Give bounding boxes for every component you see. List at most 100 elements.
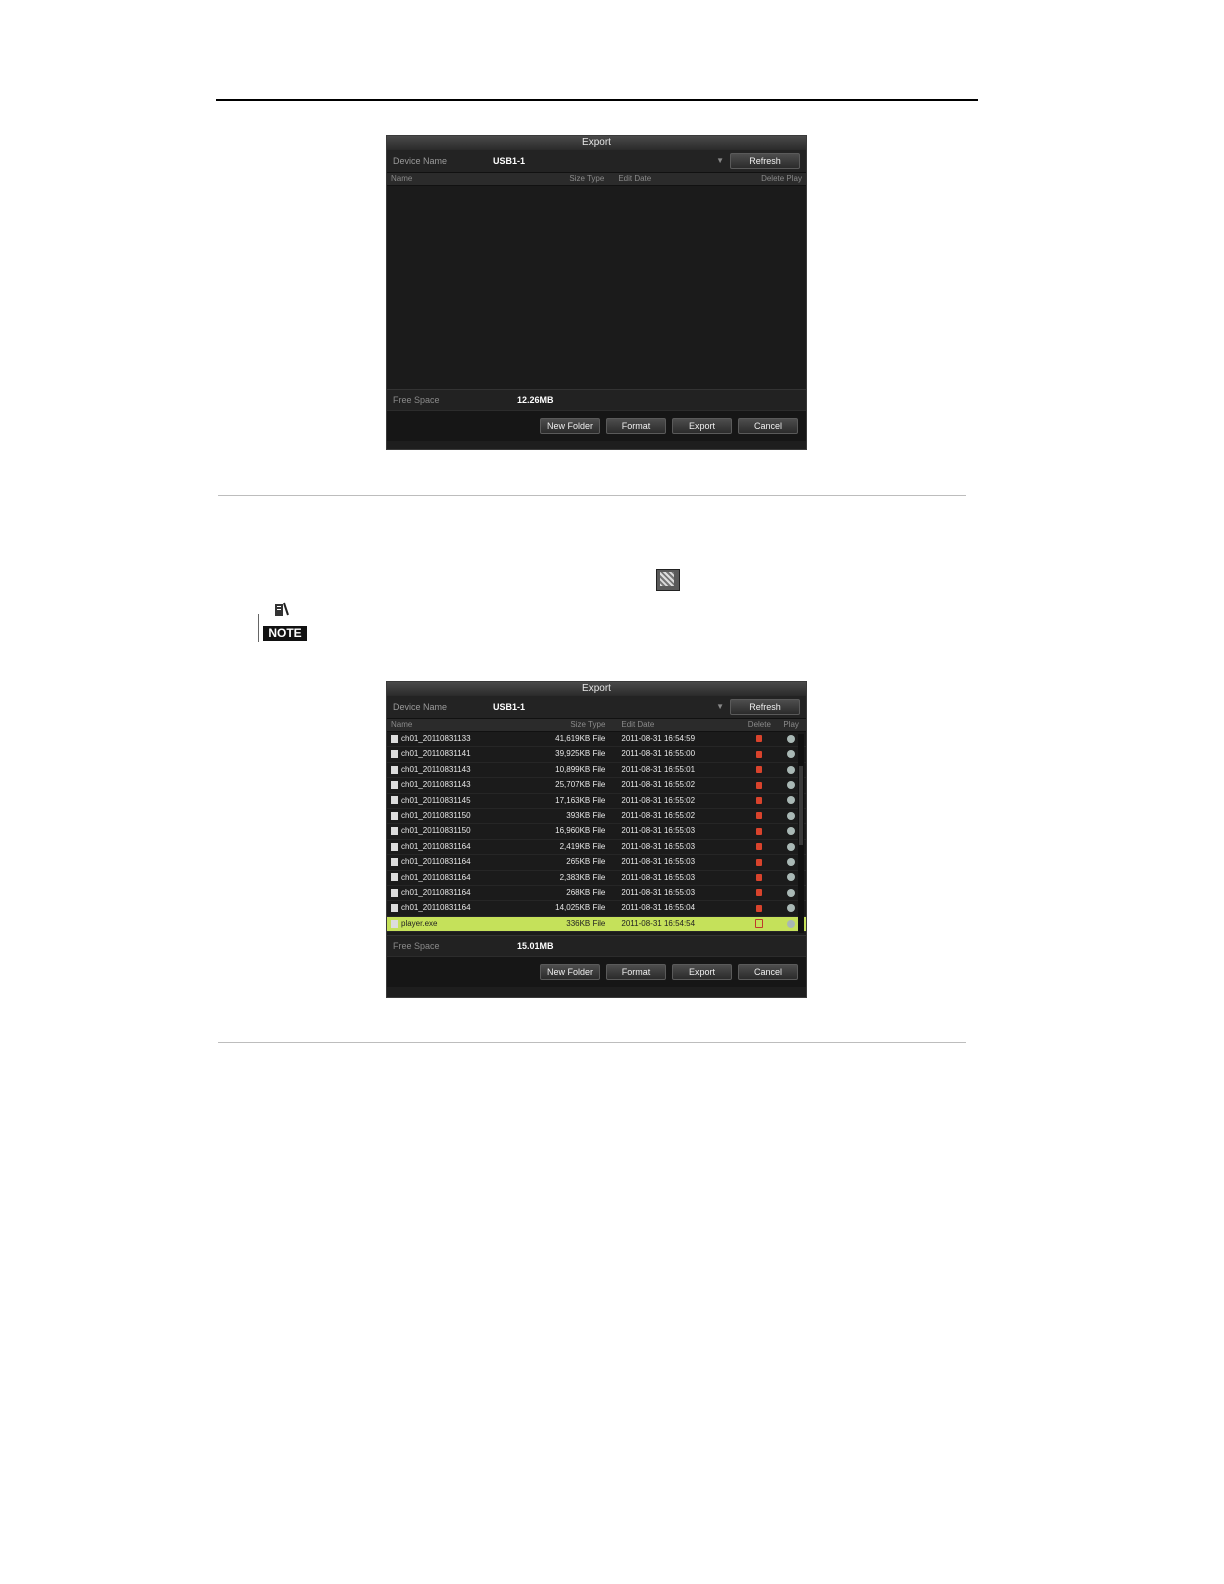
device-name-select[interactable]: USB1-1 ▼ [487, 699, 730, 715]
table-row[interactable]: ch01_20110831143 10,899KB File 2011-08-31 … [387, 763, 806, 779]
delete-icon[interactable] [756, 827, 763, 835]
delete-cell [742, 747, 776, 761]
table-header: Name Size Type Edit Date Delete Play [387, 719, 806, 732]
play-icon[interactable] [787, 858, 796, 867]
format-button[interactable]: Format [606, 418, 666, 434]
new-folder-button[interactable]: New Folder [540, 964, 600, 980]
table-row[interactable]: ch01_20110831150 393KB File 2011-08-31 16:… [387, 809, 806, 825]
play-icon[interactable] [787, 842, 796, 851]
file-list[interactable]: ch01_20110831133 41,619KB File 2011-08-31 … [387, 732, 806, 935]
delete-cell [742, 778, 776, 792]
file-size: 265KB File [566, 857, 606, 867]
file-name: player.exe [387, 917, 494, 931]
scrollbar-thumb[interactable] [799, 765, 803, 846]
delete-icon[interactable] [756, 873, 763, 881]
column-play: Play [783, 720, 799, 729]
file-name: ch01_20110831164 [387, 871, 494, 885]
play-icon[interactable] [787, 781, 796, 790]
file-icon [391, 750, 398, 759]
delete-icon[interactable] [756, 843, 763, 851]
play-icon[interactable] [787, 734, 796, 743]
delete-icon[interactable] [756, 735, 763, 743]
button-row: New Folder Format Export Cancel [387, 410, 806, 441]
play-icon[interactable] [787, 796, 796, 805]
refresh-button[interactable]: Refresh [730, 699, 800, 715]
play-icon[interactable] [787, 888, 796, 897]
file-name: ch01_20110831133 [387, 732, 494, 746]
file-date: 2011-08-31 16:55:02 [621, 795, 696, 805]
file-icon [391, 842, 398, 851]
delete-cell [742, 824, 776, 838]
column-size-type: Size Type [569, 174, 605, 183]
play-icon[interactable] [787, 750, 796, 759]
export-dialog-files: Export Device Name USB1-1 ▼ Refresh Name… [386, 681, 807, 998]
delete-icon[interactable] [756, 889, 763, 897]
file-date: 2011-08-31 16:55:03 [621, 887, 696, 897]
file-name: ch01_20110831150 [387, 809, 494, 823]
table-row[interactable]: ch01_20110831150 16,960KB File 2011-08-31 … [387, 824, 806, 840]
cancel-button[interactable]: Cancel [738, 418, 798, 434]
export-button[interactable]: Export [672, 418, 732, 434]
delete-cell [742, 809, 776, 823]
table-row[interactable]: player.exe 336KB File 2011-08-31 16:54:54 [387, 916, 806, 933]
file-size: 39,925KB File [555, 749, 606, 759]
play-icon[interactable] [787, 811, 796, 820]
column-edit-date: Edit Date [621, 720, 655, 729]
file-name-text: ch01_20110831150 [401, 826, 471, 836]
play-icon[interactable] [787, 904, 796, 913]
delete-icon[interactable] [756, 858, 763, 866]
delete-icon[interactable] [756, 904, 763, 912]
scrollbar[interactable] [798, 734, 804, 933]
column-edit-date: Edit Date [618, 174, 652, 183]
file-date: 2011-08-31 16:55:03 [621, 872, 696, 882]
table-row[interactable]: ch01_20110831164 14,025KB File 2011-08-31 … [387, 901, 806, 917]
file-name: ch01_20110831143 [387, 778, 494, 792]
column-delete-play: Delete Play [761, 174, 802, 183]
file-name-text: ch01_20110831164 [401, 872, 471, 882]
table-row[interactable]: ch01_20110831133 41,619KB File 2011-08-31 … [387, 732, 806, 748]
table-row[interactable]: ch01_20110831164 2,419KB File 2011-08-31 1… [387, 840, 806, 856]
table-row[interactable]: ch01_20110831164 2,383KB File 2011-08-31 1… [387, 871, 806, 886]
delete-icon[interactable] [756, 796, 763, 804]
header-rule [216, 99, 978, 101]
play-icon[interactable] [787, 765, 796, 774]
table-row[interactable]: ch01_20110831164 265KB File 2011-08-31 16:… [387, 855, 806, 871]
format-button[interactable]: Format [606, 964, 666, 980]
file-icon [391, 796, 398, 805]
device-name-select[interactable]: USB1-1 ▼ [487, 153, 730, 169]
file-date: 2011-08-31 16:54:54 [621, 918, 696, 928]
table-row[interactable]: ch01_20110831164 268KB File 2011-08-31 16:… [387, 886, 806, 902]
table-row[interactable]: ch01_20110831143 25,707KB File 2011-08-31 … [387, 778, 806, 794]
file-name: ch01_20110831164 [387, 840, 494, 854]
new-folder-button[interactable]: New Folder [540, 418, 600, 434]
delete-icon[interactable] [756, 766, 763, 774]
table-row[interactable]: ch01_20110831141 39,925KB File 2011-08-31 … [387, 747, 806, 763]
delete-cell [742, 917, 776, 931]
play-file-glyph [660, 572, 674, 586]
delete-icon[interactable] [755, 919, 764, 929]
play-icon[interactable] [787, 827, 796, 836]
file-list-empty[interactable] [387, 186, 806, 389]
cancel-button[interactable]: Cancel [738, 964, 798, 980]
delete-icon[interactable] [756, 781, 763, 789]
file-name: ch01_20110831143 [387, 763, 494, 777]
play-icon[interactable] [787, 919, 796, 928]
pen-icon [275, 602, 289, 616]
device-name-label: Device Name [393, 156, 448, 166]
file-size: 393KB File [566, 810, 606, 820]
play-icon[interactable] [787, 873, 796, 882]
file-name-text: ch01_20110831164 [401, 857, 471, 867]
file-date: 2011-08-31 16:55:03 [621, 857, 696, 867]
export-button[interactable]: Export [672, 964, 732, 980]
file-size: 14,025KB File [555, 903, 606, 913]
delete-icon[interactable] [756, 812, 763, 820]
refresh-button[interactable]: Refresh [730, 153, 800, 169]
delete-icon[interactable] [756, 750, 763, 758]
file-icon [391, 781, 398, 790]
file-name-text: player.exe [401, 918, 438, 928]
table-row[interactable]: ch01_20110831145 17,163KB File 2011-08-31 … [387, 794, 806, 809]
file-date: 2011-08-31 16:54:59 [621, 734, 696, 743]
file-icon [391, 888, 398, 897]
export-dialog-empty: Export Device Name USB1-1 ▼ Refresh Name… [386, 135, 807, 450]
free-space-row: Free Space 12.26MB [387, 389, 806, 410]
